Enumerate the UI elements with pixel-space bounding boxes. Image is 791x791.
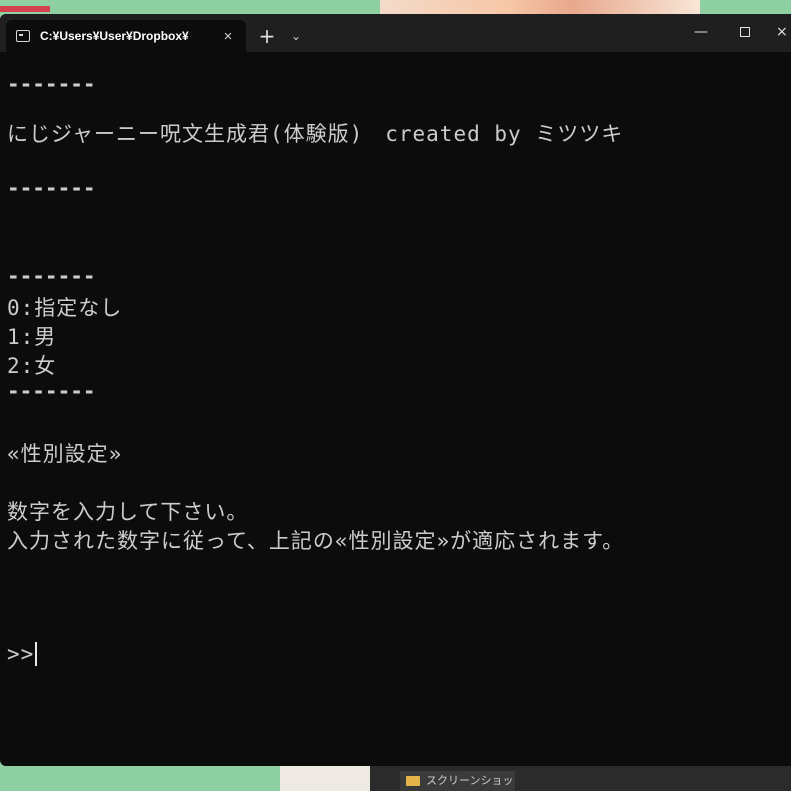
option-line: 0:指定なし — [7, 296, 123, 320]
terminal-tab[interactable]: C:¥Users¥User¥Dropbox¥ × — [6, 20, 246, 52]
maximize-button[interactable] — [730, 20, 760, 44]
tab-title: C:¥Users¥User¥Dropbox¥ — [40, 29, 189, 43]
separator-line: ------- — [7, 176, 96, 200]
option-line: 1:男 — [7, 325, 57, 349]
tab-dropdown-button[interactable]: ⌄ — [286, 23, 306, 49]
separator-line: ------- — [7, 264, 96, 288]
input-prompt[interactable]: >> — [7, 642, 38, 666]
taskbar-item[interactable]: スクリーンショット — [400, 771, 515, 791]
terminal-window: C:¥Users¥User¥Dropbox¥ × + ⌄ — × -------… — [0, 14, 791, 766]
prompt-symbol: >> — [7, 642, 35, 666]
instruction-line: 入力された数字に従って、上記の«性別設定»が適応されます。 — [7, 529, 625, 553]
banner-text: にじジャーニー呪文生成君(体験版) created by ミツツキ — [7, 122, 624, 146]
folder-icon — [406, 776, 420, 786]
minimize-button[interactable]: — — [686, 20, 716, 44]
section-title: «性別設定» — [7, 442, 123, 466]
tab-bar: C:¥Users¥User¥Dropbox¥ × + ⌄ — × — [0, 14, 791, 52]
background-art — [280, 766, 380, 791]
instruction-line: 数字を入力して下さい。 — [7, 500, 249, 524]
close-button[interactable]: × — [776, 20, 791, 44]
terminal-icon — [16, 30, 30, 42]
taskbar-item-label: スクリーンショット — [426, 774, 515, 787]
background-art — [0, 6, 50, 12]
tab-close-button[interactable]: × — [220, 28, 236, 45]
option-line: 2:女 — [7, 354, 57, 378]
new-tab-button[interactable]: + — [256, 23, 278, 49]
separator-line: ------- — [7, 72, 96, 96]
background-art — [380, 0, 700, 14]
text-cursor — [35, 642, 38, 666]
maximize-icon — [740, 27, 750, 37]
separator-line: ------- — [7, 379, 96, 403]
